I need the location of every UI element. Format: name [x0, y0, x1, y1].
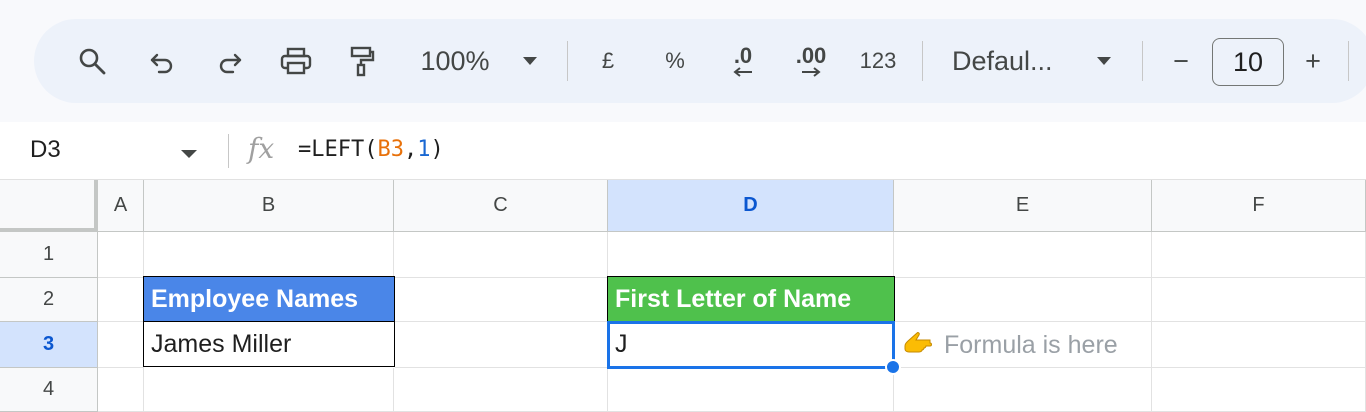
cell-e1[interactable] [894, 232, 1152, 278]
cell-b1[interactable] [144, 232, 394, 278]
font-size-input[interactable]: 10 [1212, 38, 1284, 86]
column-header-d[interactable]: D [608, 180, 894, 232]
fx-icon: fx [248, 132, 275, 165]
cell-f4[interactable] [1152, 368, 1366, 412]
formula-num: 1 [417, 137, 431, 162]
font-dropdown-icon[interactable] [1094, 19, 1114, 103]
column-header-e[interactable]: E [894, 180, 1152, 232]
formula-suffix: ) [430, 137, 444, 162]
formula-ref: B3 [377, 137, 404, 162]
formula-bar: D3 fx =LEFT(B3,1) [0, 122, 1366, 180]
column-header-f[interactable]: F [1152, 180, 1366, 232]
column-header-b[interactable]: B [144, 180, 394, 232]
cell-b2[interactable]: Employee Names [143, 276, 395, 322]
formula-comma: , [403, 137, 418, 162]
toolbar: 100% £ % .0 .00 123 Defaul... − + [34, 19, 1366, 103]
cell-d1[interactable] [608, 232, 894, 278]
cell-a3[interactable] [98, 322, 144, 368]
zoom-dropdown-icon[interactable] [520, 19, 540, 103]
toolbar-separator [922, 41, 923, 81]
cell-c2[interactable] [395, 278, 608, 322]
cell-e4[interactable] [894, 368, 1152, 412]
zoom-select[interactable]: 100% [414, 19, 496, 103]
name-box[interactable]: D3 [30, 136, 61, 164]
arrow-left-icon [733, 67, 752, 77]
cell-f2[interactable] [1152, 278, 1366, 322]
column-header-a[interactable]: A [98, 180, 144, 232]
row-header-1[interactable]: 1 [0, 232, 98, 278]
cell-e2[interactable] [895, 278, 1152, 322]
decrease-decimal-button[interactable]: .0 [722, 19, 764, 103]
formula-input[interactable]: =LEFT(B3,1) [298, 137, 444, 162]
formula-bar-separator [228, 134, 229, 168]
cell-c4[interactable] [394, 368, 608, 412]
percent-format-button[interactable]: % [660, 19, 690, 103]
spreadsheet-grid: A B C D E F 1 2 3 4 Employee Names First… [0, 180, 1366, 412]
active-cell-selection [607, 321, 895, 369]
fill-handle[interactable] [885, 359, 901, 375]
select-all-corner[interactable] [0, 180, 98, 232]
font-family-select[interactable]: Defaul... [952, 19, 1072, 103]
annotation-text: Formula is here [944, 330, 1118, 359]
toolbar-separator [567, 41, 568, 81]
cell-f1[interactable] [1152, 232, 1366, 278]
name-box-dropdown-icon[interactable] [180, 146, 198, 164]
formula-annotation: Formula is here [900, 324, 1118, 366]
paint-format-icon[interactable] [346, 19, 378, 103]
undo-icon[interactable] [146, 19, 178, 103]
cell-a4[interactable] [98, 368, 144, 412]
cell-f3[interactable] [1152, 322, 1366, 368]
increase-decimal-label: .00 [795, 43, 827, 68]
pointing-hand-icon [900, 331, 932, 360]
arrow-right-icon [802, 67, 821, 77]
cell-b3[interactable]: James Miller [143, 321, 395, 367]
cell-c1[interactable] [394, 232, 608, 278]
toolbar-separator [1142, 41, 1143, 81]
number-format-button[interactable]: 123 [856, 19, 900, 103]
increase-decimal-button[interactable]: .00 [786, 19, 836, 103]
redo-icon[interactable] [214, 19, 246, 103]
cell-c3[interactable] [395, 322, 608, 368]
currency-format-button[interactable]: £ [594, 19, 622, 103]
cell-a1[interactable] [98, 232, 144, 278]
decrease-decimal-label: .0 [733, 43, 753, 68]
print-icon[interactable] [278, 19, 314, 103]
row-header-3[interactable]: 3 [0, 322, 98, 368]
cell-d2[interactable]: First Letter of Name [607, 276, 895, 322]
decrease-font-size-button[interactable]: − [1166, 19, 1196, 103]
cell-b4[interactable] [144, 368, 394, 412]
cell-d4[interactable] [608, 368, 894, 412]
formula-prefix: =LEFT( [298, 137, 378, 162]
column-header-c[interactable]: C [394, 180, 608, 232]
row-header-4[interactable]: 4 [0, 368, 98, 412]
cell-a2[interactable] [98, 278, 144, 322]
increase-font-size-button[interactable]: + [1298, 19, 1328, 103]
row-header-2[interactable]: 2 [0, 278, 98, 322]
toolbar-area: 100% £ % .0 .00 123 Defaul... − + 10 [0, 0, 1366, 122]
search-icon[interactable] [74, 19, 110, 103]
toolbar-separator [1348, 41, 1349, 81]
